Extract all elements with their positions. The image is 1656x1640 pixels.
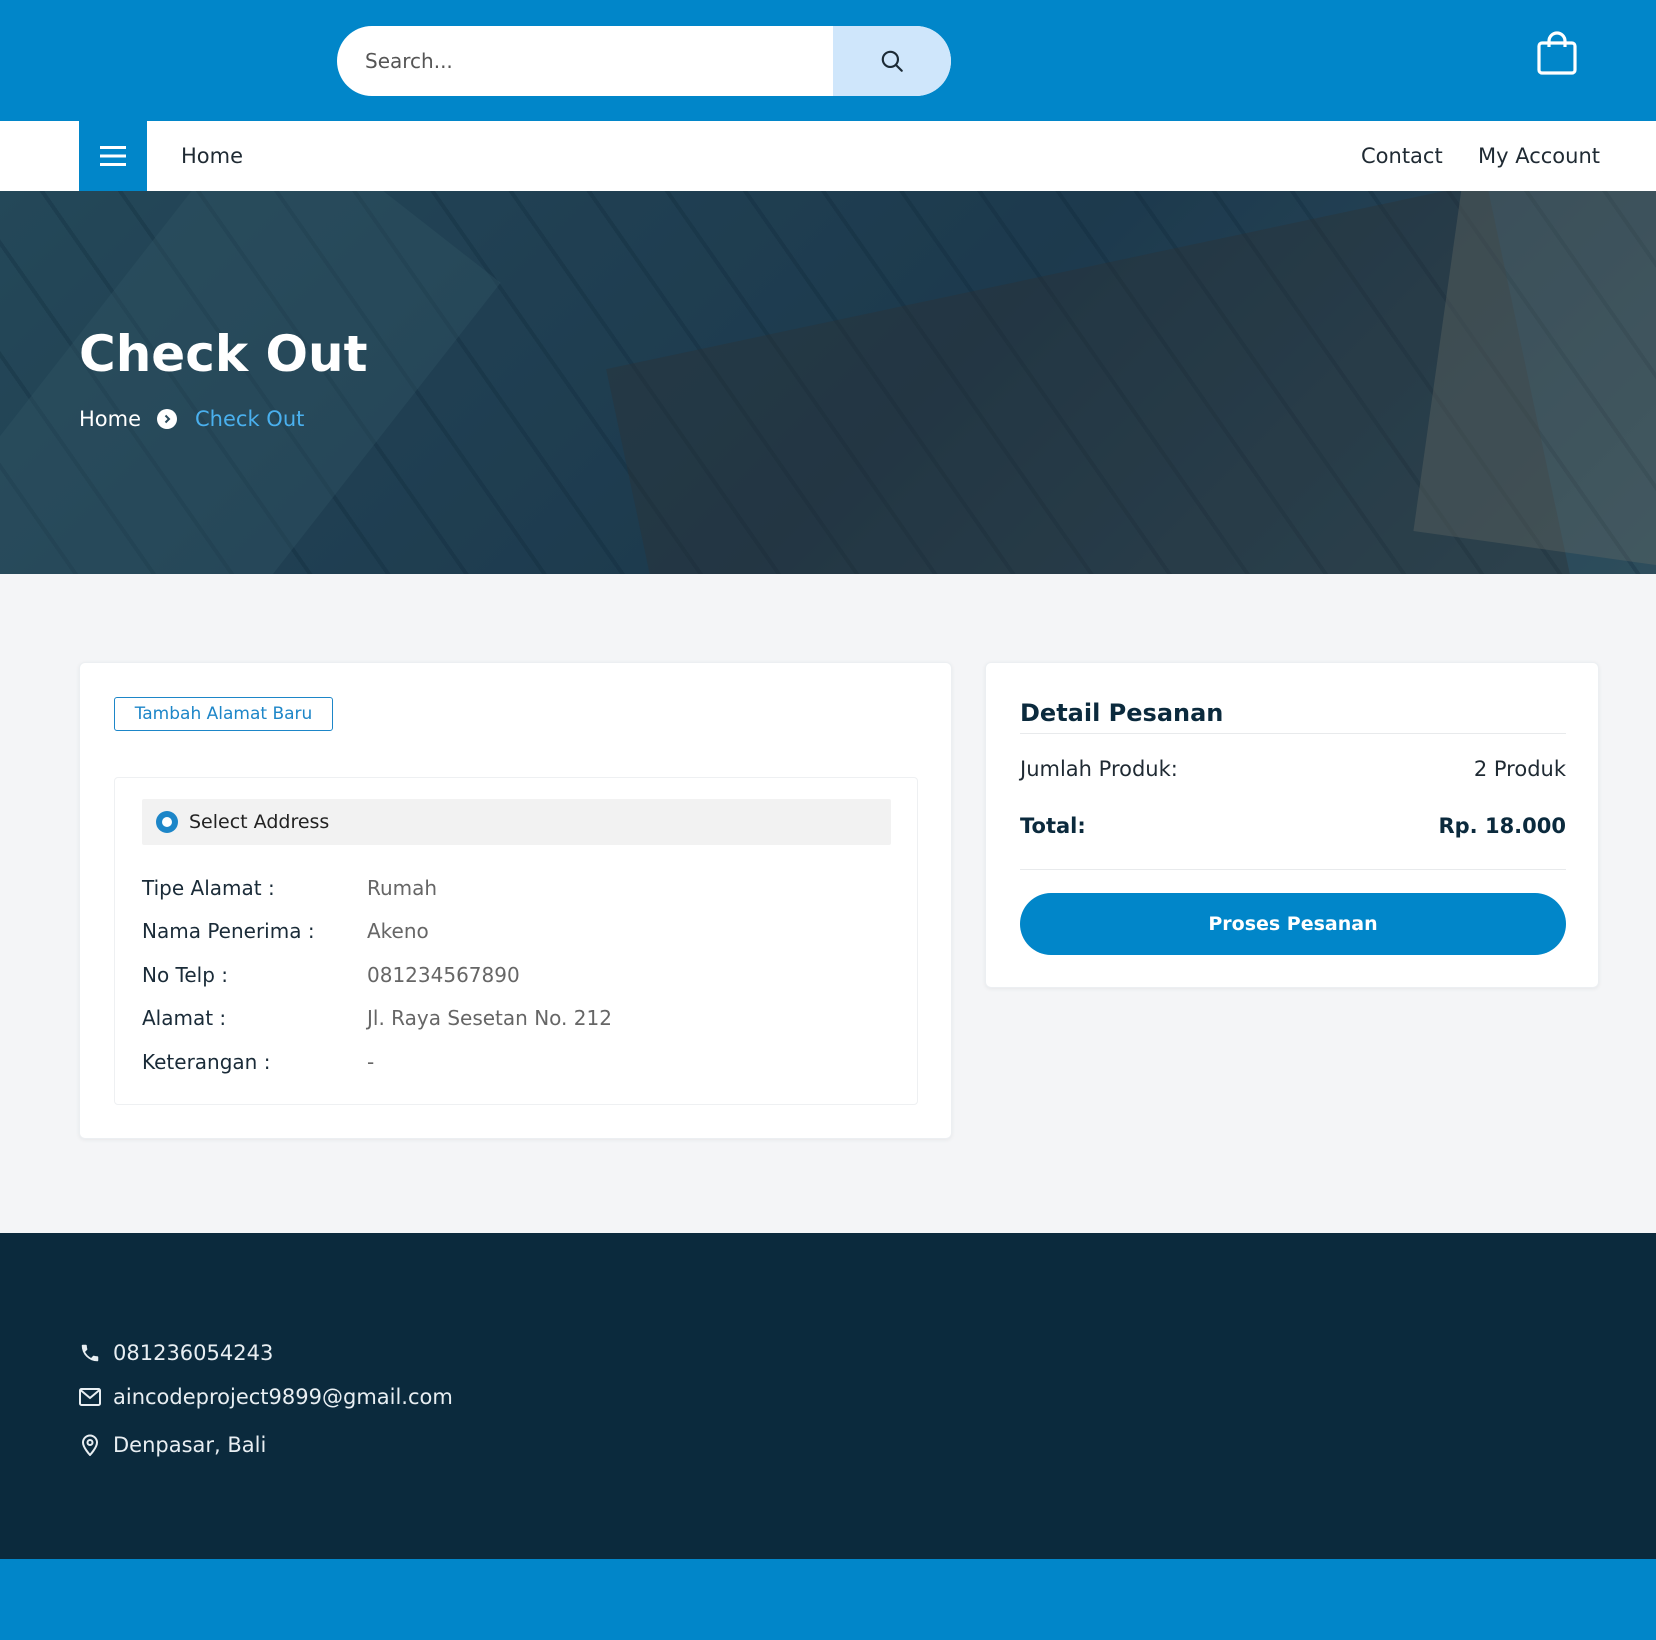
breadcrumb-current: Check Out xyxy=(195,407,305,431)
page-title: Check Out xyxy=(79,325,368,383)
process-order-button[interactable]: Proses Pesanan xyxy=(1020,893,1566,955)
chevron-circle-right-icon xyxy=(157,409,178,429)
product-count-label: Jumlah Produk: xyxy=(1020,757,1178,781)
footer-location: Denpasar, Bali xyxy=(79,1433,266,1457)
select-address-radio[interactable]: Select Address xyxy=(142,799,891,845)
hero-banner: Check Out Home Check Out xyxy=(0,191,1656,574)
shopping-bag-icon xyxy=(1537,31,1577,75)
total-row: Total: Rp. 18.000 xyxy=(1020,814,1566,844)
field-label: Alamat : xyxy=(142,1006,227,1030)
footer-email-text[interactable]: aincodeproject9899@gmail.com xyxy=(113,1385,453,1409)
main-nav: Home Contact My Account xyxy=(0,121,1656,191)
footer-phone-text[interactable]: 081236054243 xyxy=(113,1341,273,1365)
order-detail-card: Detail Pesanan Jumlah Produk: 2 Produk T… xyxy=(985,662,1599,988)
select-address-label: Select Address xyxy=(189,811,330,833)
search-icon xyxy=(881,50,903,72)
add-address-button[interactable]: Tambah Alamat Baru xyxy=(114,697,333,731)
divider xyxy=(1020,869,1566,870)
search-input[interactable] xyxy=(365,26,805,96)
hamburger-icon xyxy=(100,146,126,166)
footer-location-text: Denpasar, Bali xyxy=(113,1433,267,1457)
divider xyxy=(1020,733,1566,734)
total-label: Total: xyxy=(1020,814,1086,838)
field-value: Akeno xyxy=(367,919,429,943)
field-value: Rumah xyxy=(367,876,438,900)
footer-email: aincodeproject9899@gmail.com xyxy=(79,1385,453,1409)
address-card: Tambah Alamat Baru Select Address Tipe A… xyxy=(79,662,952,1139)
top-header xyxy=(0,0,1656,121)
search-bar xyxy=(337,26,951,96)
field-value: Jl. Raya Sesetan No. 212 xyxy=(367,1006,612,1030)
bottom-bar xyxy=(0,1559,1656,1640)
address-option: Select Address Tipe Alamat : Rumah Nama … xyxy=(114,777,918,1105)
search-button[interactable] xyxy=(833,26,951,96)
cart-button[interactable] xyxy=(1536,30,1578,76)
field-label: Nama Penerima : xyxy=(142,919,315,943)
field-label: Tipe Alamat : xyxy=(142,876,275,900)
nav-home[interactable]: Home xyxy=(181,121,243,191)
product-count-row: Jumlah Produk: 2 Produk xyxy=(1020,757,1566,787)
radio-selected-icon xyxy=(156,811,178,833)
field-label: No Telp : xyxy=(142,963,229,987)
map-pin-icon xyxy=(79,1434,101,1456)
product-count-value: 2 Produk xyxy=(1473,757,1566,781)
phone-icon xyxy=(79,1342,101,1364)
footer: 081236054243 aincodeproject9899@gmail.co… xyxy=(0,1233,1656,1559)
breadcrumb-home[interactable]: Home xyxy=(79,407,141,431)
order-detail-title: Detail Pesanan xyxy=(1020,699,1224,727)
mail-icon xyxy=(79,1386,101,1408)
breadcrumb: Home Check Out xyxy=(79,407,304,431)
total-value: Rp. 18.000 xyxy=(1438,814,1566,838)
nav-contact[interactable]: Contact xyxy=(1361,121,1443,191)
field-value: - xyxy=(367,1050,375,1074)
footer-phone: 081236054243 xyxy=(79,1341,273,1365)
field-value: 081234567890 xyxy=(367,963,520,987)
field-label: Keterangan : xyxy=(142,1050,271,1074)
nav-my-account[interactable]: My Account xyxy=(1478,121,1600,191)
menu-button[interactable] xyxy=(79,121,147,191)
